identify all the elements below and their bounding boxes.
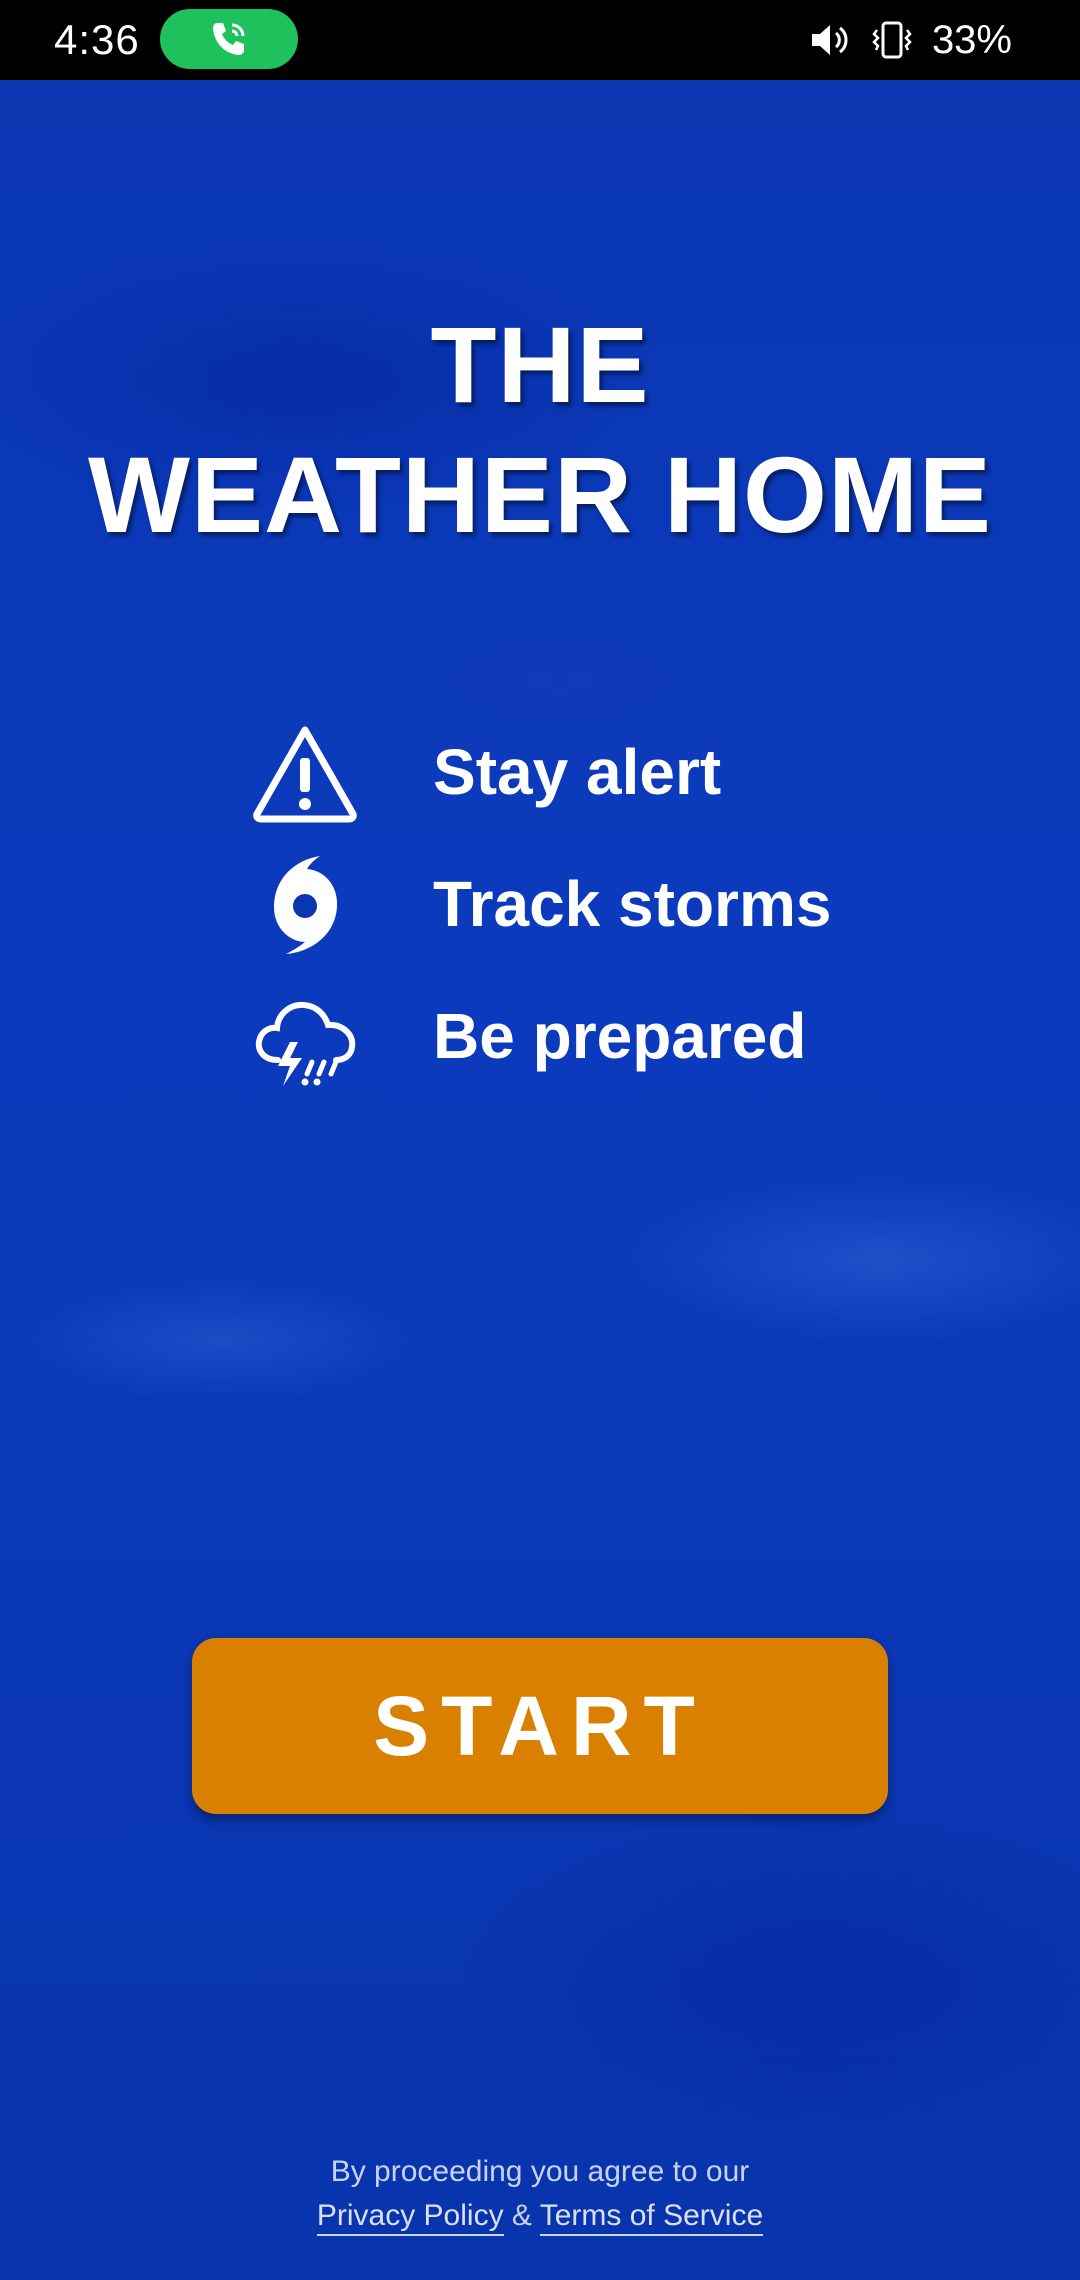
- legal-separator: &: [511, 2199, 532, 2232]
- feature-item-be-prepared: Be prepared: [250, 974, 950, 1106]
- status-time: 4:36: [54, 16, 140, 63]
- vibrate-icon: [872, 21, 912, 59]
- terms-of-service-link[interactable]: Terms of Service: [539, 2199, 764, 2236]
- status-indicators: 33%: [808, 14, 1012, 66]
- battery-percentage: 33%: [931, 18, 1012, 62]
- start-button[interactable]: START: [192, 1638, 888, 1814]
- warning-icon: [253, 726, 357, 823]
- app-title-line1: THE: [430, 304, 650, 425]
- ongoing-call-pill[interactable]: [160, 9, 298, 69]
- feature-label: Be prepared: [433, 1000, 807, 1072]
- feature-item-track-storms: Track storms: [250, 842, 950, 974]
- hurricane-icon: [273, 856, 338, 954]
- legal-links: Privacy Policy & Terms of Service: [0, 2194, 1080, 2238]
- volume-icon: [811, 25, 848, 55]
- feature-label: Track storms: [433, 868, 832, 940]
- feature-label: Stay alert: [433, 736, 722, 808]
- status-bar: 4:36 33%: [0, 0, 1080, 80]
- app-title: THE WEATHER HOME: [0, 300, 1080, 560]
- legal-text: By proceeding you agree to our: [330, 2155, 750, 2188]
- app-title-line2: WEATHER HOME: [88, 434, 992, 555]
- privacy-policy-link[interactable]: Privacy Policy: [316, 2199, 504, 2236]
- feature-list: Stay alert Track storms Be prepared: [250, 710, 950, 1106]
- feature-item-stay-alert: Stay alert: [250, 710, 950, 842]
- thunderstorm-icon: [255, 1001, 356, 1086]
- phone-call-icon: [213, 23, 245, 55]
- welcome-screen: 4:36 33% THE WEATHER HOME Stay alert Tra…: [0, 0, 1080, 2280]
